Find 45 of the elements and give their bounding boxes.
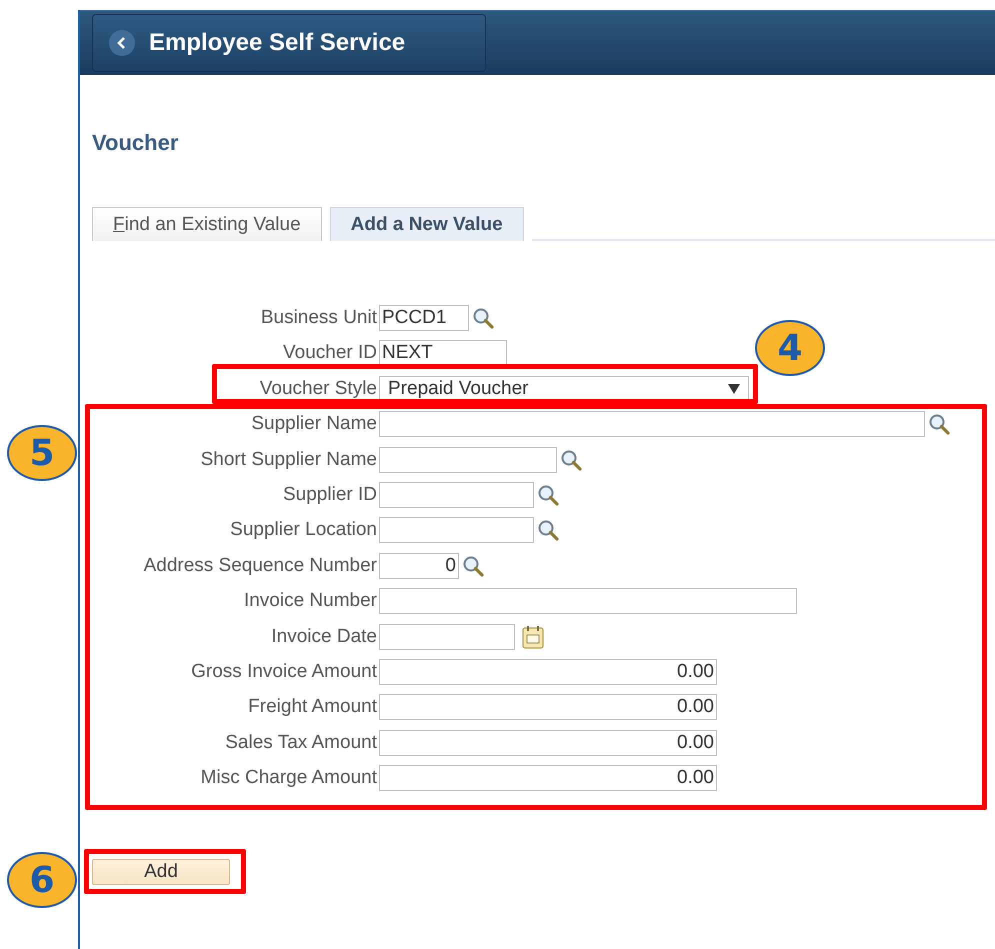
input-field[interactable]: 0.00: [379, 658, 717, 685]
field-label: Misc Charge Amount: [200, 767, 378, 790]
step-badge: 6: [7, 852, 77, 908]
field-label: Supplier Location: [229, 519, 378, 542]
tab[interactable]: Find an Existing Value: [92, 207, 322, 241]
search-icon[interactable]: [462, 554, 484, 577]
caret-icon: [728, 384, 740, 394]
field-label: Sales Tax Amount: [224, 732, 378, 754]
tab[interactable]: Add a New Value: [330, 207, 524, 241]
input-field[interactable]: [379, 411, 925, 438]
input-field[interactable]: 0.00: [379, 765, 717, 792]
field-label: Invoice Number: [242, 590, 378, 612]
field-label: Short Supplier Name: [200, 448, 378, 471]
input-field[interactable]: 0.00: [379, 694, 717, 720]
add-button[interactable]: Add: [92, 859, 230, 886]
field-label: Freight Amount: [247, 696, 378, 718]
field-label: Voucher Style: [258, 378, 378, 400]
field-label: Voucher ID: [282, 342, 378, 364]
search-icon[interactable]: [537, 484, 559, 506]
input-field[interactable]: [379, 482, 534, 508]
input-field[interactable]: [379, 624, 515, 650]
search-icon[interactable]: [560, 448, 582, 471]
search-icon[interactable]: [537, 519, 559, 542]
page-title: Voucher: [92, 130, 180, 156]
search-icon[interactable]: [928, 413, 950, 436]
back-button[interactable]: Employee Self Service: [92, 14, 486, 72]
input-field[interactable]: NEXT: [379, 340, 507, 366]
input-field[interactable]: 0: [379, 552, 459, 579]
field-label: Supplier Name: [250, 413, 378, 436]
input-field[interactable]: [379, 517, 534, 544]
input-field[interactable]: [379, 588, 797, 614]
input-field[interactable]: [379, 446, 557, 473]
field-label: Gross Invoice Amount: [190, 660, 378, 683]
field-label: Business Unit: [260, 307, 378, 329]
input-field[interactable]: 0.00: [379, 730, 717, 756]
input-field[interactable]: PCCD1: [379, 305, 469, 331]
back-icon: [109, 30, 135, 56]
dropdown[interactable]: Prepaid Voucher: [379, 376, 749, 402]
step-badge: 5: [7, 425, 77, 481]
field-label: Supplier ID: [282, 484, 378, 506]
search-icon[interactable]: [472, 307, 494, 329]
field-label: Address Sequence Number: [142, 554, 378, 577]
field-label: Invoice Date: [270, 626, 378, 648]
step-badge: 4: [755, 320, 825, 376]
calendar-icon[interactable]: [522, 624, 544, 649]
